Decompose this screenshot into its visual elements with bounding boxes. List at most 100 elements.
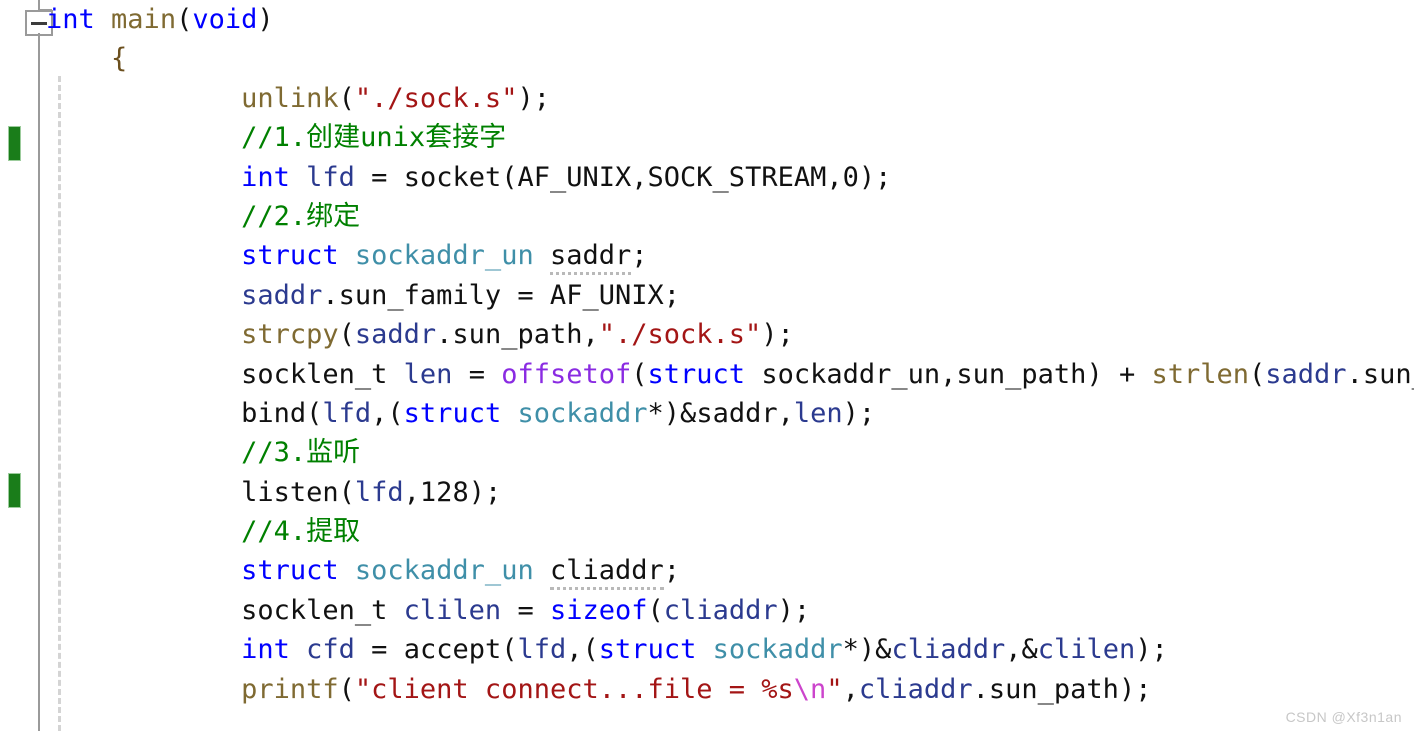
code-token: unlink: [241, 82, 339, 114]
code-token: //3.监听: [241, 437, 361, 469]
code-token: cliaddr: [891, 634, 1006, 666]
code-token: ,: [777, 397, 794, 429]
code-token: ,: [842, 673, 859, 705]
watermark: CSDN @Xf3n1an: [1285, 709, 1402, 725]
code-line[interactable]: saddr.sun_family = AF_UNIX;: [0, 276, 1414, 315]
code-line[interactable]: int main(void): [0, 0, 1414, 39]
code-token: accept: [403, 634, 502, 666]
code-token: struct: [647, 358, 746, 390]
code-token: strlen: [1151, 358, 1250, 390]
code-token: len: [403, 358, 453, 390]
code-token: saddr: [696, 397, 778, 429]
code-line[interactable]: //1.创建unix套接字: [0, 118, 1414, 157]
code-line[interactable]: {: [0, 39, 1414, 78]
code-token: (AF_UNIX,SOCK_STREAM,: [501, 161, 843, 193]
code-token: (: [338, 476, 355, 508]
code-token: ,&: [1005, 634, 1038, 666]
code-line[interactable]: //4.提取: [0, 512, 1414, 551]
code-token: lfd: [354, 476, 404, 508]
code-line[interactable]: struct sockaddr_un cliaddr;: [0, 551, 1414, 591]
code-line[interactable]: bind(lfd,(struct sockaddr*)&saddr,len);: [0, 394, 1414, 433]
code-token: =: [452, 358, 502, 390]
code-token: *)&: [647, 397, 697, 429]
code-line[interactable]: struct sockaddr_un saddr;: [0, 236, 1414, 276]
code-token: //1.创建unix套接字: [241, 122, 507, 154]
code-token: .sun_path,: [436, 319, 599, 351]
code-token: struct: [598, 634, 697, 666]
code-content[interactable]: int main(void) { unlink("./sock.s"); //1…: [0, 0, 1414, 731]
code-token: (: [338, 673, 355, 705]
code-token: void: [192, 4, 258, 35]
code-token: lfd: [306, 161, 355, 193]
code-line[interactable]: int cfd = accept(lfd,(struct sockaddr*)&…: [0, 630, 1414, 669]
code-token: "./sock.s": [598, 319, 762, 351]
code-line[interactable]: printf("client connect...file = %s\n",cl…: [0, 670, 1414, 709]
code-token: );: [517, 82, 550, 114]
code-token: {: [111, 43, 128, 75]
code-token: //2.绑定: [241, 200, 361, 232]
code-editor[interactable]: int main(void) { unlink("./sock.s"); //1…: [0, 0, 1414, 731]
code-token: strcpy: [241, 319, 339, 351]
code-token: ;: [663, 555, 681, 587]
code-token: struct: [403, 397, 502, 429]
code-token: lfd: [322, 397, 372, 429]
code-token: );: [777, 594, 811, 626]
code-token: \n: [793, 673, 827, 705]
code-token: (: [1249, 358, 1266, 390]
code-token: listen: [241, 476, 339, 508]
code-token: clilen: [1037, 634, 1136, 666]
code-token: clilen: [403, 594, 502, 626]
code-line[interactable]: socklen_t len = offsetof(struct sockaddr…: [0, 355, 1414, 394]
code-token: int: [241, 161, 290, 193]
code-token: =: [354, 161, 404, 193]
code-line[interactable]: int lfd = socket(AF_UNIX,SOCK_STREAM,0);: [0, 158, 1414, 197]
code-token: );: [842, 397, 876, 429]
code-token: "./sock.s": [354, 82, 518, 114]
code-token: (: [338, 82, 355, 114]
code-token: (: [338, 319, 355, 351]
code-token: .sun_path);: [1346, 358, 1414, 390]
code-line[interactable]: strcpy(saddr.sun_path,"./sock.s");: [0, 315, 1414, 354]
code-line[interactable]: //3.监听: [0, 433, 1414, 472]
code-token: int: [241, 634, 290, 666]
code-line[interactable]: listen(lfd,128);: [0, 473, 1414, 512]
code-token: *)&: [842, 634, 892, 666]
code-token: );: [858, 161, 892, 193]
code-token: (: [647, 594, 664, 626]
code-token: saddr: [354, 319, 437, 351]
code-line[interactable]: socklen_t clilen = sizeof(cliaddr);: [0, 591, 1414, 630]
code-line[interactable]: unlink("./sock.s");: [0, 79, 1414, 118]
code-token: .sun_family = AF_UNIX;: [322, 279, 680, 311]
code-token: ,128);: [403, 476, 502, 508]
code-token: ": [826, 673, 843, 705]
code-token: "client connect...file = %s: [354, 673, 794, 705]
code-line[interactable]: //2.绑定: [0, 197, 1414, 236]
code-token: socklen_t: [241, 358, 388, 390]
code-token: cliaddr: [549, 555, 664, 591]
code-token: struct: [241, 555, 339, 587]
code-token: bind: [241, 397, 307, 429]
code-token: );: [1135, 634, 1168, 666]
code-token: ,(: [371, 397, 404, 429]
code-token: sockaddr_un: [354, 240, 534, 272]
code-token: socket: [403, 161, 502, 193]
